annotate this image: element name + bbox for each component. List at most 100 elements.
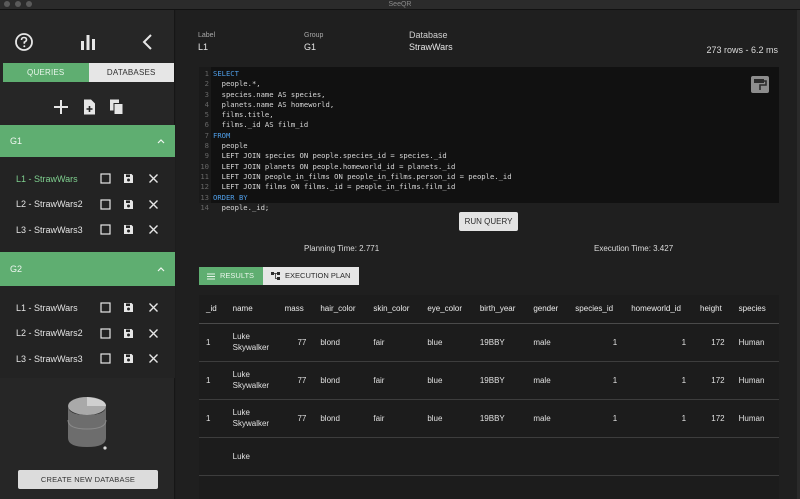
table-cell: male — [526, 361, 569, 400]
code-line[interactable]: 5 films.title, — [199, 110, 759, 120]
table-row[interactable]: Luke — [199, 437, 779, 476]
code-text: LEFT JOIN people_in_films ON people_in_f… — [213, 171, 512, 181]
query-label[interactable]: L1 - StrawWars — [16, 303, 100, 313]
run-query-button[interactable]: RUN QUERY — [459, 212, 518, 231]
create-database-button[interactable]: CREATE NEW DATABASE — [18, 470, 158, 489]
code-text: LEFT JOIN species ON people.species_id =… — [213, 151, 447, 161]
chevron-left-icon[interactable] — [138, 32, 158, 52]
column-header[interactable]: birth_year — [472, 295, 527, 324]
query-label[interactable]: L3 - StrawWars3 — [16, 354, 100, 364]
results-table-container[interactable]: _id name mass hair_color skin_color eye_color… — [199, 295, 779, 499]
table-cell: fair — [366, 323, 421, 362]
column-header[interactable]: height — [693, 295, 732, 324]
column-header[interactable]: gender — [526, 295, 569, 324]
tab-execution-plan[interactable]: EXECUTION PLAN — [263, 267, 360, 285]
column-header[interactable]: species_id — [568, 295, 625, 324]
column-header[interactable]: homew — [775, 295, 779, 324]
chevron-up-icon[interactable] — [157, 266, 165, 272]
query-label[interactable]: L1 - StrawWars — [16, 174, 100, 184]
column-header[interactable]: eye_color — [420, 295, 473, 324]
column-header[interactable]: homeworld_id — [624, 295, 694, 324]
close-icon[interactable] — [148, 173, 159, 184]
query-group-g1: G1 L1 - StrawWars L2 - StrawWars2 L3 - S… — [0, 125, 175, 253]
code-line[interactable]: 9 LEFT JOIN species ON people.species_id… — [199, 151, 759, 161]
group-header-g1[interactable]: G1 — [0, 125, 175, 157]
group-header-g2[interactable]: G2 — [0, 252, 175, 286]
new-file-icon[interactable] — [80, 98, 98, 116]
code-line[interactable]: 12 LEFT JOIN films ON films._id = people… — [199, 182, 759, 192]
column-header[interactable]: species — [731, 295, 776, 324]
tab-databases[interactable]: DATABASES — [88, 63, 174, 82]
checkbox-icon[interactable] — [100, 199, 111, 210]
code-line[interactable]: 4 planets.name AS homeworld, — [199, 100, 759, 110]
query-item-g1-l3[interactable]: L3 - StrawWars3 — [0, 217, 175, 243]
checkbox-icon[interactable] — [100, 328, 111, 339]
query-item-g2-l3[interactable]: L3 - StrawWars3 — [0, 346, 175, 372]
code-line[interactable]: 10 LEFT JOIN planets ON people.homeworld… — [199, 162, 759, 172]
save-icon[interactable] — [123, 302, 134, 313]
group-field-value[interactable]: G1 — [304, 42, 316, 52]
save-icon[interactable] — [123, 224, 134, 235]
format-paint-icon[interactable] — [751, 76, 769, 93]
copy-file-icon[interactable] — [108, 98, 126, 116]
code-line[interactable]: 3 species.name AS species, — [199, 90, 759, 100]
code-line[interactable]: 6 films._id AS film_id — [199, 120, 759, 130]
code-line[interactable]: 2 people.*, — [199, 79, 759, 89]
checkbox-icon[interactable] — [100, 224, 111, 235]
table-header-row: _id name mass hair_color skin_color eye_color… — [199, 295, 779, 324]
close-icon[interactable] — [148, 328, 159, 339]
column-header[interactable]: _id — [199, 295, 226, 324]
checkbox-icon[interactable] — [100, 353, 111, 364]
add-icon[interactable] — [52, 98, 70, 116]
table-row[interactable]: 1 Luke Skywalker 77 blond fair blue 19BBY male 1… — [199, 323, 779, 362]
query-label[interactable]: L2 - StrawWars2 — [16, 328, 100, 338]
query-group-g2: G2 L1 - StrawWars L2 - StrawWars2 L3 - S… — [0, 252, 175, 378]
query-item-g2-l1[interactable]: L1 - StrawWars — [0, 295, 175, 321]
sql-code[interactable]: 1 SELECT 2 people.*, 3 species.name AS spec… — [199, 69, 759, 213]
sql-editor[interactable]: 1 SELECT 2 people.*, 3 species.name AS spec… — [199, 67, 779, 212]
code-line[interactable]: 8 people — [199, 141, 759, 151]
table-row[interactable]: 1 Luke Skywalker 77 blond fair blue 19BBY male 1… — [199, 399, 779, 438]
query-item-g2-l2[interactable]: L2 - StrawWars2 — [0, 321, 175, 347]
code-line[interactable]: 13 ORDER BY — [199, 193, 759, 203]
column-header[interactable]: mass — [277, 295, 314, 324]
query-item-g1-l1[interactable]: L1 - StrawWars — [0, 166, 175, 192]
table-cell: 19BBY — [472, 323, 527, 362]
column-header[interactable]: name — [225, 295, 278, 324]
bar-chart-icon[interactable] — [78, 32, 98, 52]
save-icon[interactable] — [123, 199, 134, 210]
close-icon[interactable] — [148, 199, 159, 210]
tab-queries[interactable]: QUERIES — [3, 63, 89, 82]
code-line[interactable]: 7 FROM — [199, 131, 759, 141]
database-field-value[interactable]: StrawWars — [409, 42, 453, 52]
close-icon[interactable] — [148, 224, 159, 235]
chevron-up-icon[interactable] — [157, 138, 165, 144]
table-cell: 172 — [693, 323, 732, 362]
table-cell: 19BBY — [472, 361, 527, 400]
save-icon[interactable] — [123, 328, 134, 339]
code-line[interactable]: 11 LEFT JOIN people_in_films ON people_i… — [199, 172, 759, 182]
column-header[interactable]: skin_color — [366, 295, 421, 324]
line-number: 8 — [204, 141, 209, 151]
query-label[interactable]: L2 - StrawWars2 — [16, 199, 100, 209]
table-cell: 1 — [568, 323, 625, 362]
planning-time: Planning Time: 2.771 — [304, 244, 380, 253]
query-label[interactable]: L3 - StrawWars3 — [16, 225, 100, 235]
table-cell: 1 — [199, 399, 226, 438]
label-field-value[interactable]: L1 — [198, 42, 208, 52]
save-icon[interactable] — [123, 353, 134, 364]
table-cell: Luke Skywalker — [225, 361, 278, 400]
tab-results[interactable]: RESULTS — [199, 267, 264, 285]
column-header[interactable]: hair_color — [313, 295, 367, 324]
code-line[interactable]: 1 SELECT — [199, 69, 759, 79]
query-item-g1-l2[interactable]: L2 - StrawWars2 — [0, 192, 175, 218]
checkbox-icon[interactable] — [100, 302, 111, 313]
close-icon[interactable] — [148, 302, 159, 313]
save-icon[interactable] — [123, 173, 134, 184]
table-row[interactable]: 1 Luke Skywalker 77 blond fair blue 19BBY male 1… — [199, 361, 779, 400]
help-icon[interactable] — [14, 32, 34, 52]
line-number: 10 — [200, 161, 209, 171]
close-icon[interactable] — [148, 353, 159, 364]
table-cell: 172 — [693, 399, 732, 438]
checkbox-icon[interactable] — [100, 173, 111, 184]
